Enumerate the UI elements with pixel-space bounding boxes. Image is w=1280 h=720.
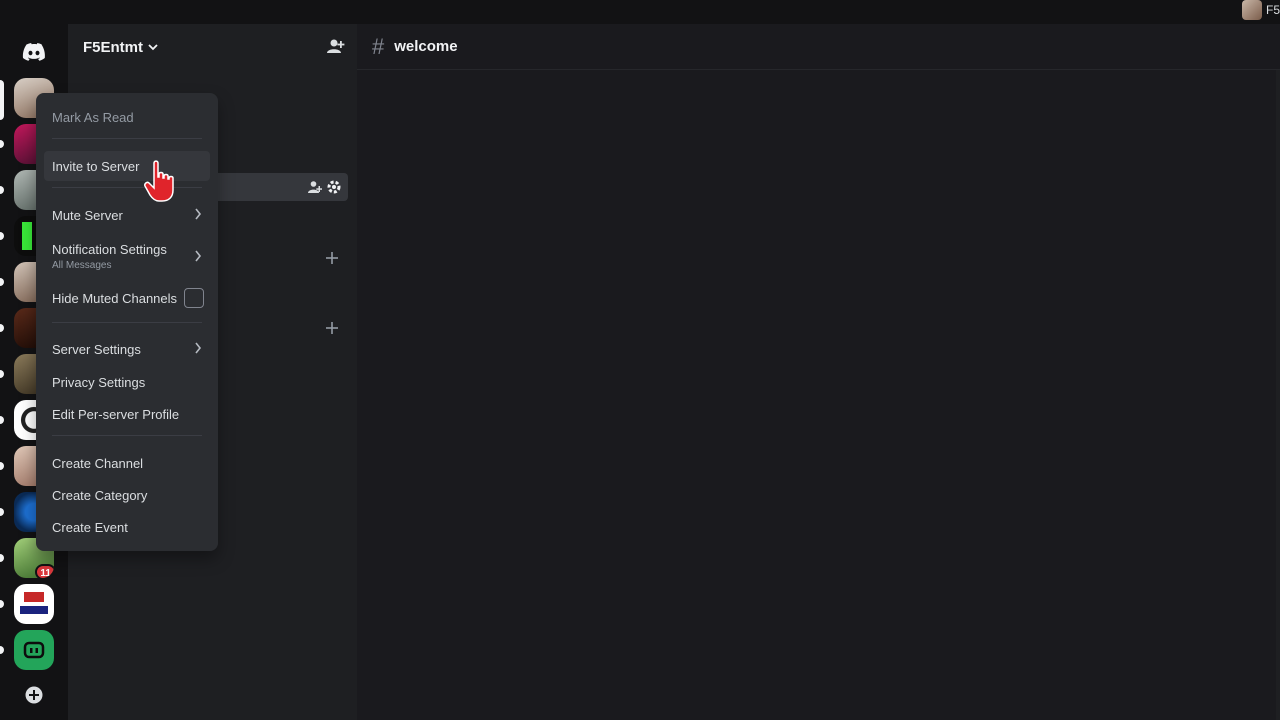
red-logo-shape: [24, 592, 44, 602]
discord-logo-icon: [22, 43, 45, 61]
unread-pill: [0, 140, 4, 148]
menu-item-create-category[interactable]: Create Category: [44, 480, 210, 510]
green-logo-shape: [22, 222, 32, 250]
unread-pill: [0, 554, 4, 562]
menu-item-label: Privacy Settings: [52, 374, 146, 390]
unread-pill: [0, 462, 4, 470]
scrollbar[interactable]: [1276, 70, 1280, 720]
guild-name: F5Entmt: [83, 38, 143, 56]
chevron-right-icon: [195, 250, 202, 262]
unread-pill: [0, 278, 4, 286]
chevron-down-icon: [148, 44, 158, 51]
menu-item-create-channel[interactable]: Create Channel: [44, 448, 210, 478]
menu-item-label: Mute Server: [52, 207, 123, 223]
chat-area: # welcome: [357, 24, 1280, 720]
menu-divider: [52, 322, 202, 323]
menu-item-label: Hide Muted Channels: [52, 290, 178, 306]
menu-item-label: Mark As Read: [52, 109, 134, 125]
mention-badge: 11: [35, 564, 54, 578]
menu-item-hide-muted-channels[interactable]: Hide Muted Channels: [44, 283, 210, 313]
blue-logo-shape: [20, 606, 48, 614]
create-invite-icon[interactable]: [308, 180, 322, 194]
unread-pill: [0, 370, 4, 378]
menu-item-privacy-settings[interactable]: Privacy Settings: [44, 367, 210, 397]
menu-item-label: Notification Settings: [52, 241, 167, 257]
unread-pill: [0, 646, 4, 654]
unread-pill: [0, 600, 4, 608]
menu-item-edit-per-server-profile[interactable]: Edit Per-server Profile: [44, 399, 210, 429]
menu-item-label: Create Category: [52, 487, 148, 503]
hash-icon: #: [372, 33, 385, 59]
chevron-right-icon: [195, 208, 202, 220]
channel-header: # welcome: [357, 24, 1280, 70]
menu-divider: [52, 187, 202, 188]
menu-divider: [52, 435, 202, 436]
user-avatar[interactable]: [1242, 0, 1262, 20]
server-icon-12[interactable]: [14, 584, 54, 624]
unread-pill: [0, 416, 4, 424]
menu-item-label: Server Settings: [52, 341, 141, 357]
invite-people-icon[interactable]: [327, 38, 345, 54]
menu-item-sublabel: All Messages: [52, 259, 112, 271]
menu-item-label: Edit Per-server Profile: [52, 406, 180, 422]
menu-item-label: Invite to Server: [52, 158, 140, 174]
menu-divider: [52, 138, 202, 139]
add-circle-icon: [25, 686, 43, 704]
menu-item-create-event[interactable]: Create Event: [44, 512, 210, 542]
server-context-menu: Mark As Read Invite to Server Mute Serve…: [36, 93, 218, 551]
unread-pill: [0, 232, 4, 240]
channel-name: welcome: [394, 38, 458, 55]
plus-icon[interactable]: [326, 252, 338, 264]
chevron-right-icon: [195, 342, 202, 354]
guild-header[interactable]: F5Entmt: [68, 24, 357, 70]
menu-item-invite-to-server[interactable]: Invite to Server: [44, 151, 210, 181]
gear-icon[interactable]: [326, 179, 342, 195]
menu-item-label: Create Channel: [52, 455, 144, 471]
user-label: F5: [1265, 3, 1280, 17]
add-server-button[interactable]: [14, 675, 54, 715]
unread-pill: [0, 186, 4, 194]
selected-server-pill: [0, 80, 4, 120]
unread-pill: [0, 508, 4, 516]
menu-item-server-settings[interactable]: Server Settings: [44, 334, 210, 364]
title-bar: F5: [0, 0, 1280, 24]
menu-item-mark-as-read[interactable]: Mark As Read: [44, 102, 210, 132]
server-icon-13[interactable]: [14, 630, 54, 670]
menu-item-label: Create Event: [52, 519, 128, 535]
hide-muted-checkbox[interactable]: [184, 288, 204, 308]
discord-home-button[interactable]: [14, 32, 54, 72]
bot-icon: [23, 641, 45, 659]
menu-item-mute-server[interactable]: Mute Server: [44, 200, 210, 230]
menu-item-notification-settings[interactable]: Notification Settings All Messages: [44, 236, 210, 276]
plus-icon[interactable]: [326, 322, 338, 334]
unread-pill: [0, 324, 4, 332]
hand-cursor-icon: [144, 160, 174, 202]
